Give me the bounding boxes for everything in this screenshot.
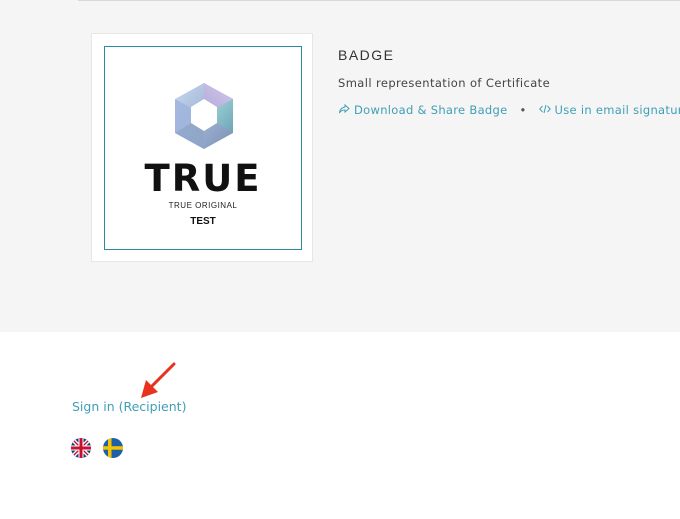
badge-title: BADGE (338, 47, 395, 63)
download-share-badge-label: Download & Share Badge (354, 103, 508, 117)
badge-image[interactable]: TRUE TRUE ORIGINAL TEST (104, 46, 302, 250)
sweden-flag-icon (103, 438, 123, 458)
logo-tag: TEST (190, 216, 216, 227)
email-signature-link[interactable]: Use in email signature (538, 103, 680, 117)
download-share-badge-link[interactable]: Download & Share Badge (338, 103, 511, 117)
share-icon (339, 103, 350, 114)
top-divider (78, 0, 680, 1)
badge-description: Small representation of Certificate (338, 76, 551, 90)
badge-actions: Download & Share Badge • Use in email si… (338, 103, 680, 117)
code-icon (538, 104, 551, 114)
true-logo-icon (175, 83, 233, 149)
red-arrow-icon (141, 362, 176, 398)
sign-in-recipient-link[interactable]: Sign in (Recipient) (72, 399, 186, 414)
uk-flag-icon (71, 438, 91, 458)
logo-subtitle: TRUE ORIGINAL (168, 201, 238, 210)
language-swedish[interactable] (103, 438, 123, 458)
language-english[interactable] (71, 438, 91, 458)
badge-card: TRUE TRUE ORIGINAL TEST (91, 33, 313, 262)
action-separator: • (519, 103, 527, 117)
email-signature-label: Use in email signature (554, 103, 680, 117)
logo-wordmark: TRUE (144, 157, 262, 200)
